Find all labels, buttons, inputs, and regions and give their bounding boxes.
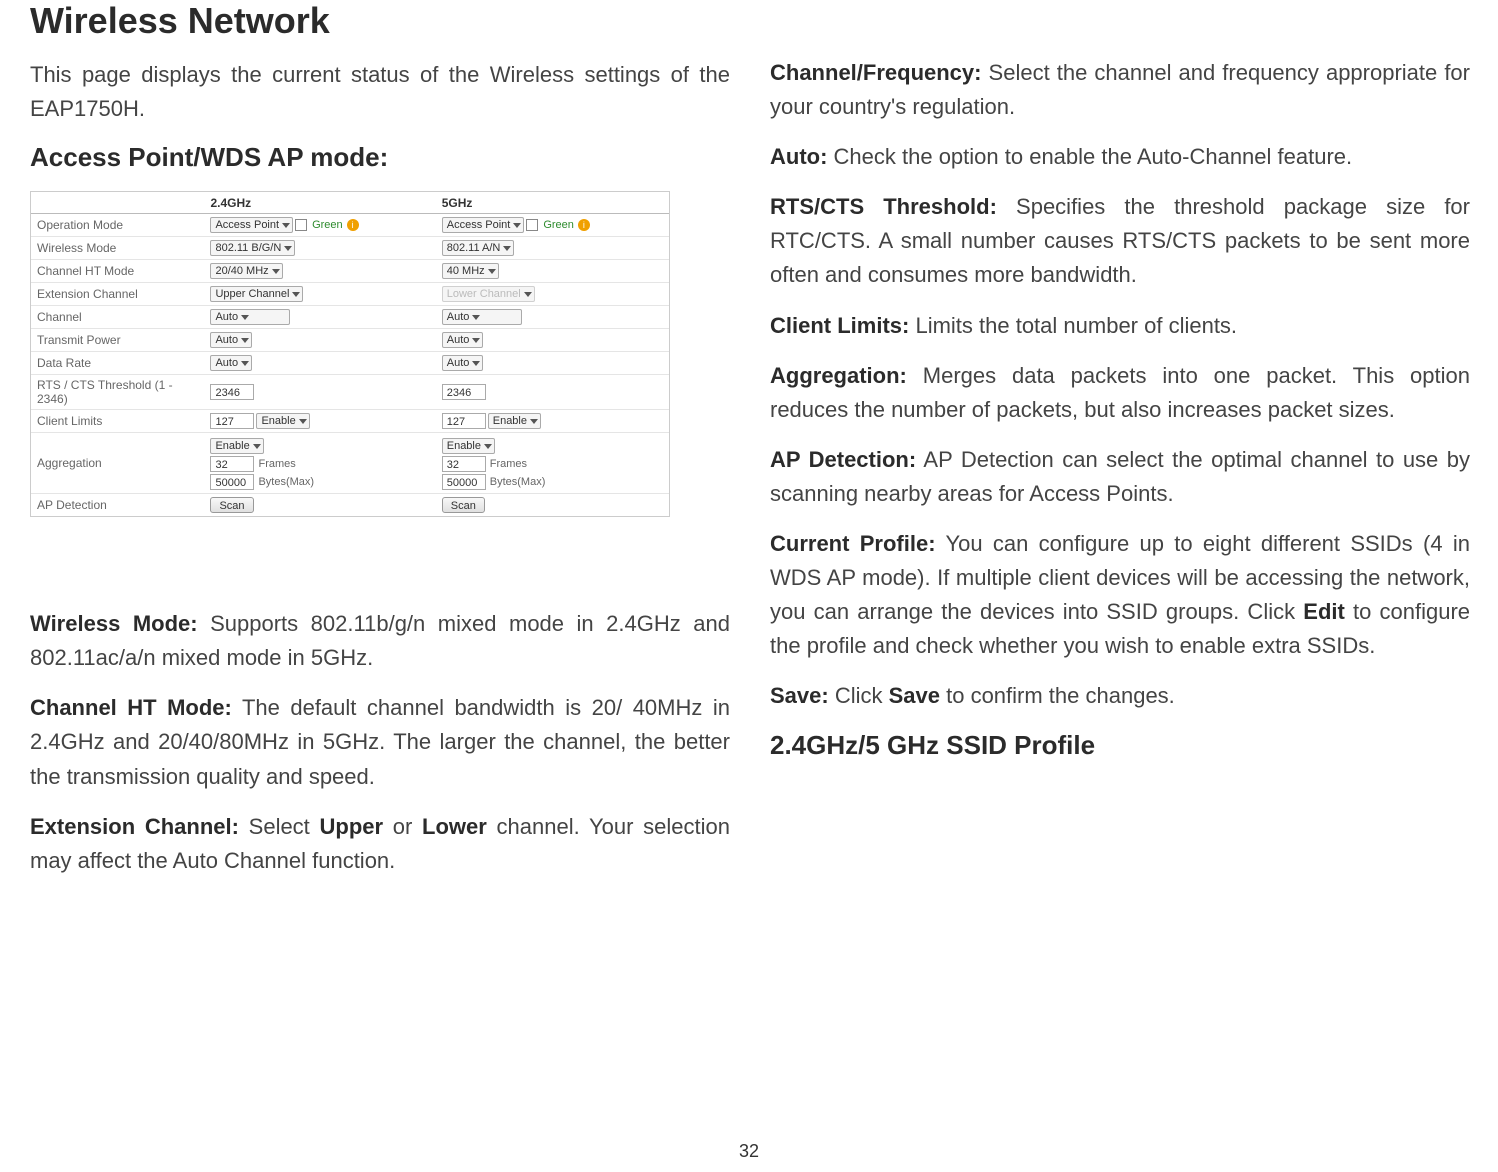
checkbox-green-24[interactable]: [295, 219, 307, 231]
para-rts-cts: RTS/CTS Threshold: Specifies the thresho…: [770, 190, 1470, 292]
para-extension-channel: Extension Channel: Select Upper or Lower…: [30, 810, 730, 878]
input-rts-24[interactable]: 2346: [210, 384, 254, 400]
chevron-down-icon: [241, 315, 249, 320]
label-ht-mode: Channel HT Mode: [31, 260, 206, 282]
chevron-down-icon: [530, 419, 538, 424]
label-aggregation: Aggregation: [31, 433, 206, 493]
chevron-down-icon: [284, 246, 292, 251]
para-wireless-mode: Wireless Mode: Supports 802.11b/g/n mixe…: [30, 607, 730, 675]
label-wireless-mode: Wireless Mode: [31, 237, 206, 259]
input-rts-5[interactable]: 2346: [442, 384, 486, 400]
para-ht-mode: Channel HT Mode: The default channel ban…: [30, 691, 730, 793]
select-wmode-5[interactable]: 802.11 A/N: [442, 240, 515, 256]
select-tx-24[interactable]: Auto: [210, 332, 252, 348]
row-rts-threshold: RTS / CTS Threshold (1 - 2346) 2346 2346: [31, 375, 669, 410]
input-agg-frames-24[interactable]: 32: [210, 456, 254, 472]
section-heading-ap-mode: Access Point/WDS AP mode:: [30, 142, 730, 173]
label-frames: Frames: [490, 458, 527, 470]
chevron-down-icon: [282, 223, 290, 228]
row-tx-power: Transmit Power Auto Auto: [31, 329, 669, 352]
chevron-down-icon: [472, 361, 480, 366]
para-ap-detection: AP Detection: AP Detection can select th…: [770, 443, 1470, 511]
select-cl-24[interactable]: Enable: [256, 413, 309, 429]
select-dr-5[interactable]: Auto: [442, 355, 484, 371]
label-data-rate: Data Rate: [31, 352, 206, 374]
chevron-down-icon: [524, 292, 532, 297]
para-auto: Auto: Check the option to enable the Aut…: [770, 140, 1470, 174]
row-aggregation: Aggregation Enable 32 Frames 50000 Bytes…: [31, 433, 669, 494]
chevron-down-icon: [513, 223, 521, 228]
row-extension-channel: Extension Channel Upper Channel Lower Ch…: [31, 283, 669, 306]
label-bytes: Bytes(Max): [258, 476, 314, 488]
info-icon[interactable]: i: [347, 219, 359, 231]
chevron-down-icon: [299, 419, 307, 424]
para-current-profile: Current Profile: You can configure up to…: [770, 527, 1470, 663]
chevron-down-icon: [484, 444, 492, 449]
chevron-down-icon: [472, 338, 480, 343]
row-operation-mode: Operation Mode Access Point Green i Acce…: [31, 214, 669, 237]
row-client-limits: Client Limits 127 Enable 127 Enable: [31, 410, 669, 433]
label-client-limits: Client Limits: [31, 410, 206, 432]
select-ext-5: Lower Channel: [442, 286, 535, 302]
page-title: Wireless Network: [30, 0, 730, 42]
para-channel-frequency: Channel/Frequency: Select the channel an…: [770, 56, 1470, 124]
select-agg-24[interactable]: Enable: [210, 438, 263, 454]
input-cl-5[interactable]: 127: [442, 413, 486, 429]
para-client-limits: Client Limits: Limits the total number o…: [770, 309, 1470, 343]
scan-button-5[interactable]: Scan: [442, 497, 485, 513]
label-frames: Frames: [258, 458, 295, 470]
wireless-settings-table: 2.4GHz 5GHz Operation Mode Access Point …: [30, 191, 670, 517]
select-op-mode-24[interactable]: Access Point: [210, 217, 293, 233]
scan-button-24[interactable]: Scan: [210, 497, 253, 513]
label-green-5: Green: [543, 219, 574, 231]
chevron-down-icon: [503, 246, 511, 251]
col-header-5ghz: 5GHz: [438, 192, 669, 213]
row-wireless-mode: Wireless Mode 802.11 B/G/N 802.11 A/N: [31, 237, 669, 260]
select-channel-24[interactable]: Auto: [210, 309, 290, 325]
chevron-down-icon: [472, 315, 480, 320]
row-channel: Channel Auto Auto: [31, 306, 669, 329]
input-agg-bytes-24[interactable]: 50000: [210, 474, 254, 490]
label-rts: RTS / CTS Threshold (1 - 2346): [31, 375, 206, 409]
chevron-down-icon: [241, 361, 249, 366]
label-channel: Channel: [31, 306, 206, 328]
select-dr-24[interactable]: Auto: [210, 355, 252, 371]
chevron-down-icon: [253, 444, 261, 449]
para-save: Save: Click Save to confirm the changes.: [770, 679, 1470, 713]
input-agg-frames-5[interactable]: 32: [442, 456, 486, 472]
input-cl-24[interactable]: 127: [210, 413, 254, 429]
label-ap-detection: AP Detection: [31, 494, 206, 516]
row-ap-detection: AP Detection Scan Scan: [31, 494, 669, 516]
para-aggregation: Aggregation: Merges data packets into on…: [770, 359, 1470, 427]
chevron-down-icon: [241, 338, 249, 343]
row-data-rate: Data Rate Auto Auto: [31, 352, 669, 375]
label-operation-mode: Operation Mode: [31, 214, 206, 236]
select-ht-24[interactable]: 20/40 MHz: [210, 263, 282, 279]
intro-text: This page displays the current status of…: [30, 58, 730, 126]
select-agg-5[interactable]: Enable: [442, 438, 495, 454]
select-ext-24[interactable]: Upper Channel: [210, 286, 303, 302]
label-ext-channel: Extension Channel: [31, 283, 206, 305]
input-agg-bytes-5[interactable]: 50000: [442, 474, 486, 490]
label-tx-power: Transmit Power: [31, 329, 206, 351]
col-header-24ghz: 2.4GHz: [206, 192, 437, 213]
select-ht-5[interactable]: 40 MHz: [442, 263, 499, 279]
label-bytes: Bytes(Max): [490, 476, 546, 488]
row-ht-mode: Channel HT Mode 20/40 MHz 40 MHz: [31, 260, 669, 283]
section-heading-ssid-profile: 2.4GHz/5 GHz SSID Profile: [770, 730, 1470, 761]
select-channel-5[interactable]: Auto: [442, 309, 522, 325]
chevron-down-icon: [488, 269, 496, 274]
page-number: 32: [739, 1141, 759, 1162]
label-green-24: Green: [312, 219, 343, 231]
select-cl-5[interactable]: Enable: [488, 413, 541, 429]
info-icon[interactable]: i: [578, 219, 590, 231]
select-tx-5[interactable]: Auto: [442, 332, 484, 348]
checkbox-green-5[interactable]: [526, 219, 538, 231]
select-op-mode-5[interactable]: Access Point: [442, 217, 525, 233]
select-wmode-24[interactable]: 802.11 B/G/N: [210, 240, 295, 256]
chevron-down-icon: [292, 292, 300, 297]
chevron-down-icon: [272, 269, 280, 274]
